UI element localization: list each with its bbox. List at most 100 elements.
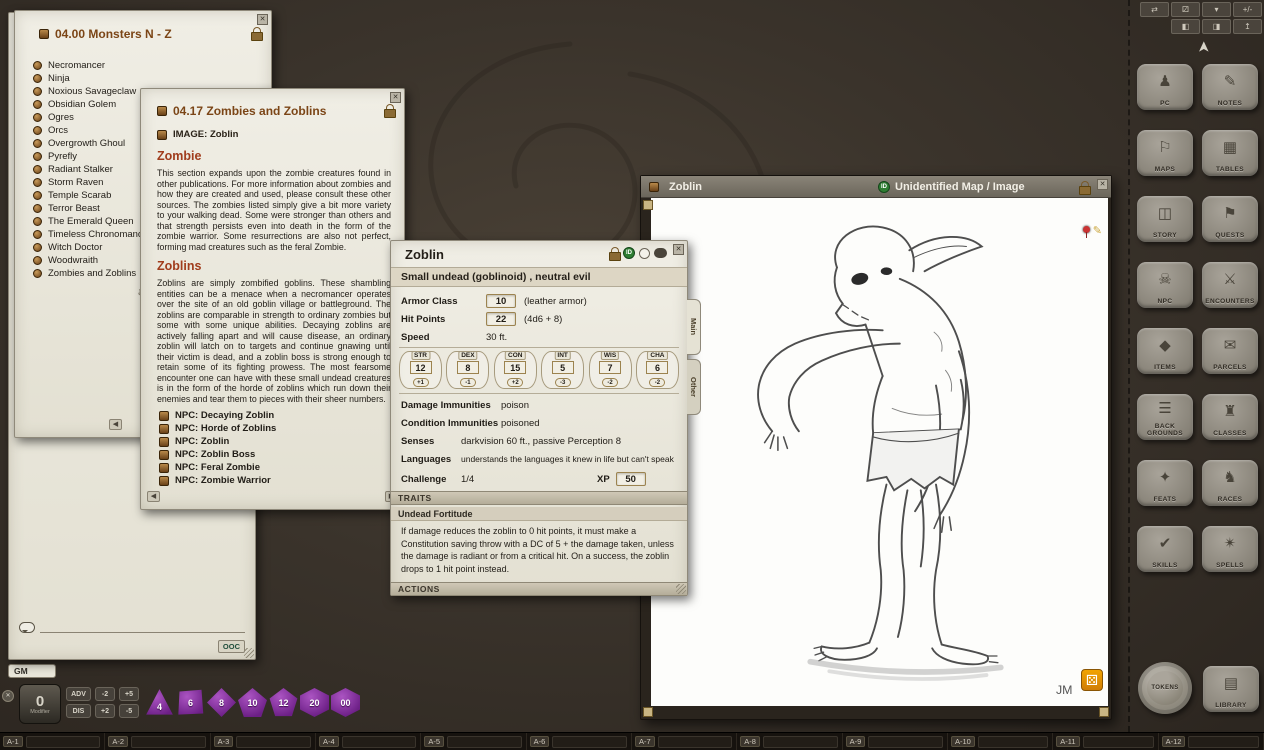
speaker-identity-box[interactable]: GM <box>8 664 56 678</box>
ability-score[interactable]: CHA 6 -2 <box>636 351 679 389</box>
hotkey-drop-area[interactable] <box>552 736 627 748</box>
lock-icon[interactable] <box>251 27 261 39</box>
close-icon[interactable]: ✕ <box>1097 179 1108 190</box>
window-titlebar[interactable]: 04.00 Monsters N - Z <box>39 27 247 41</box>
token-slot-icon[interactable] <box>639 248 650 259</box>
ability-value[interactable]: 15 <box>504 361 526 374</box>
image-dice-tray-button[interactable]: ⚄ <box>1081 669 1103 691</box>
story-link-icon[interactable] <box>157 106 167 116</box>
speak-as-npc-icon[interactable] <box>654 248 667 258</box>
hotkey-drop-area[interactable] <box>131 736 206 748</box>
sidebar-button[interactable]: ✴ SPELLS <box>1202 526 1258 572</box>
list-item[interactable]: Ninja <box>33 72 261 85</box>
hotkey-slot[interactable]: A-1 <box>0 733 105 750</box>
die-d8[interactable]: 8 <box>207 688 236 717</box>
die-d10[interactable]: 10 <box>238 688 267 717</box>
sidebar-button[interactable]: ◫ STORY <box>1137 196 1193 242</box>
list-item[interactable]: NPC: Zombie Warrior <box>159 474 394 487</box>
die-d20[interactable]: 20 <box>300 688 329 717</box>
sidebar-button[interactable]: ♟ PC <box>1137 64 1193 110</box>
ability-score[interactable]: WIS 7 -2 <box>589 351 632 389</box>
list-item[interactable]: NPC: Feral Zombie <box>159 461 394 474</box>
dice-tool-button[interactable]: +/- <box>1233 2 1262 17</box>
ability-score[interactable]: CON 15 +2 <box>494 351 537 389</box>
hotkey-drop-area[interactable] <box>1083 736 1154 748</box>
hotkey-slot[interactable]: A-12 <box>1159 733 1264 750</box>
hotkey-drop-area[interactable] <box>868 736 943 748</box>
plus5-button[interactable]: +5 <box>119 687 139 701</box>
hotkey-slot[interactable]: A-5 <box>421 733 526 750</box>
hotkey-drop-area[interactable] <box>1188 736 1258 748</box>
hotkey-slot[interactable]: A-7 <box>632 733 737 750</box>
sidebar-button[interactable]: ♜ CLASSES <box>1202 394 1258 440</box>
hotkey-slot[interactable]: A-8 <box>737 733 842 750</box>
lock-icon[interactable] <box>609 247 619 259</box>
sidebar-button[interactable]: ⚔ ENCOUNTERS <box>1202 262 1258 308</box>
hotkey-slot[interactable]: A-2 <box>105 733 210 750</box>
list-item[interactable]: Necromancer <box>33 59 261 72</box>
ability-modifier[interactable]: -2 <box>649 378 665 387</box>
ability-score[interactable]: DEX 8 -1 <box>446 351 489 389</box>
image-link-icon[interactable] <box>649 182 659 192</box>
armor-class-value[interactable]: 10 <box>486 294 516 308</box>
story-link-icon[interactable] <box>39 29 49 39</box>
close-icon[interactable]: ✕ <box>673 244 684 255</box>
ability-modifier[interactable]: -2 <box>602 378 618 387</box>
sidebar-button[interactable]: ✔ SKILLS <box>1137 526 1193 572</box>
sidebar-button[interactable]: ☰ BACK GROUNDS <box>1137 394 1193 440</box>
prev-page-button[interactable]: ◀ <box>109 419 122 430</box>
sidebar-button[interactable]: ⚐ MAPS <box>1137 130 1193 176</box>
ability-score[interactable]: INT 5 -3 <box>541 351 584 389</box>
map-image-canvas[interactable]: JM ✎ ⚄ <box>651 198 1108 706</box>
lock-icon[interactable] <box>1079 181 1089 193</box>
hotkey-drop-area[interactable] <box>658 736 733 748</box>
sidebar-button[interactable]: ✉ PARCELS <box>1202 328 1258 374</box>
ability-modifier[interactable]: +1 <box>413 378 429 387</box>
close-icon[interactable]: ✕ <box>257 14 268 25</box>
close-icon[interactable]: ✕ <box>390 92 401 103</box>
hotkey-drop-area[interactable] <box>763 736 838 748</box>
window-tool-button[interactable]: ↥ <box>1233 19 1262 34</box>
hit-points-value[interactable]: 22 <box>486 312 516 326</box>
hotkey-drop-area[interactable] <box>236 736 311 748</box>
sidebar-button[interactable]: ▦ TABLES <box>1202 130 1258 176</box>
list-item[interactable]: NPC: Zoblin <box>159 435 394 448</box>
ability-value[interactable]: 6 <box>646 361 668 374</box>
image-window-titlebar[interactable]: Zoblin ID Unidentified Map / Image <box>641 176 1111 198</box>
dice-tool-button[interactable]: ⚂ <box>1171 2 1200 17</box>
lock-icon[interactable] <box>384 104 394 116</box>
ooc-button[interactable]: OOC <box>218 640 245 653</box>
sidebar-button[interactable]: ✦ FEATS <box>1137 460 1193 506</box>
hotkey-slot[interactable]: A-10 <box>948 733 1053 750</box>
minus5-button[interactable]: -5 <box>119 704 139 718</box>
hotkey-drop-area[interactable] <box>447 736 522 748</box>
prev-page-button[interactable]: ◀ <box>147 491 160 502</box>
hotkey-slot[interactable]: A-4 <box>316 733 421 750</box>
ability-modifier[interactable]: -1 <box>460 378 476 387</box>
ability-modifier[interactable]: +2 <box>507 378 523 387</box>
dice-tool-button[interactable]: ⇄ <box>1140 2 1169 17</box>
identified-badge-icon[interactable]: ID <box>623 247 635 259</box>
die-d100[interactable]: 00 <box>331 688 360 717</box>
tokens-button[interactable]: TOKENS <box>1138 662 1192 714</box>
sidebar-button[interactable]: ☠ NPC <box>1137 262 1193 308</box>
die-d12[interactable]: 12 <box>269 688 298 717</box>
sidebar-button[interactable]: ♞ RACES <box>1202 460 1258 506</box>
window-tool-button[interactable]: ◨ <box>1202 19 1231 34</box>
library-button[interactable]: ▤ LIBRARY <box>1203 666 1259 712</box>
die-d4[interactable]: 4 <box>145 688 174 717</box>
hotkey-slot[interactable]: A-11 <box>1053 733 1158 750</box>
advantage-button[interactable]: ADV <box>66 687 91 701</box>
ability-value[interactable]: 7 <box>599 361 621 374</box>
pin-icon[interactable] <box>1083 226 1090 233</box>
modifier-stack[interactable]: 0 Modifier <box>19 684 61 724</box>
hotkey-drop-area[interactable] <box>342 736 417 748</box>
ability-value[interactable]: 5 <box>552 361 574 374</box>
sidebar-button[interactable]: ⚑ QUESTS <box>1202 196 1258 242</box>
ability-value[interactable]: 12 <box>410 361 432 374</box>
die-d6[interactable]: 6 <box>176 688 205 717</box>
plus2-button[interactable]: +2 <box>95 704 115 718</box>
modifier-reset-button[interactable]: ✕ <box>2 690 14 702</box>
sidebar-button[interactable]: ◆ ITEMS <box>1137 328 1193 374</box>
pointer-tool-icon[interactable]: ➤ <box>1195 41 1213 54</box>
